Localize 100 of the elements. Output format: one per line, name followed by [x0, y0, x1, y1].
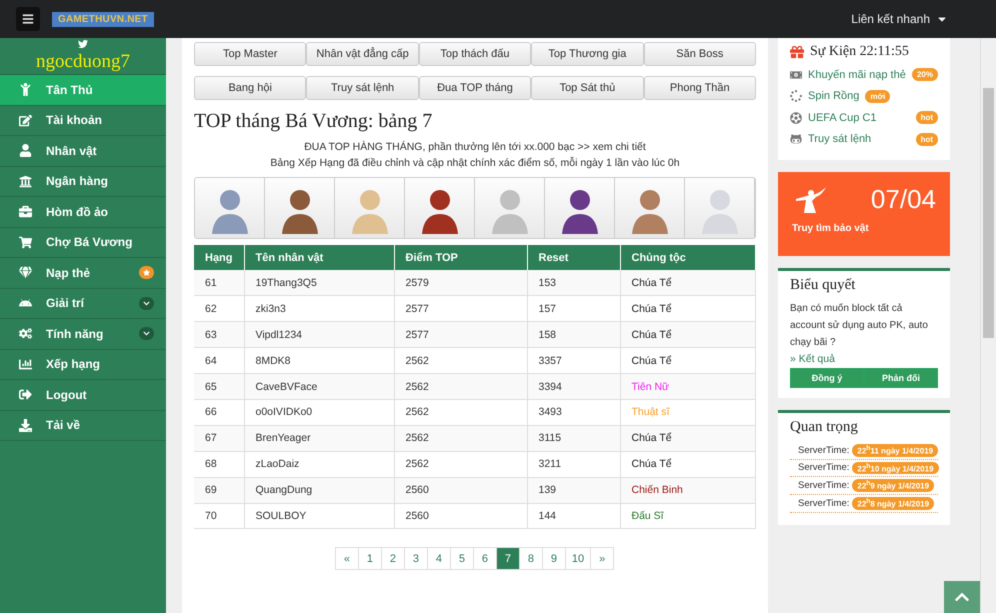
chevron-down-icon[interactable]: [139, 296, 154, 310]
vote-title: Biểu quyết: [790, 277, 856, 294]
page-link[interactable]: 3: [404, 547, 428, 570]
promo-banner[interactable]: 07/04 Truy tìm bảo vật: [778, 172, 950, 256]
gears-icon: [18, 327, 32, 340]
character-portrait-placeholder[interactable]: [615, 178, 685, 238]
important-title: Quan trọng: [790, 419, 859, 436]
sidebar-item[interactable]: Nạp thẻ: [0, 258, 166, 288]
sidebar-item-label: Chợ Bá Vương: [46, 235, 132, 250]
promo-label: Truy tìm bảo vật: [792, 223, 870, 234]
page-link[interactable]: 1: [358, 547, 382, 570]
character-portrait-placeholder[interactable]: [265, 178, 335, 238]
menu-button[interactable]: [16, 7, 40, 31]
sidebar-item-label: Tân Thủ: [46, 82, 93, 97]
page-link[interactable]: 2: [380, 547, 405, 570]
username: ngocduong7: [36, 52, 130, 72]
sidebar-item[interactable]: Giải trí: [0, 288, 166, 319]
table-cell: 2562: [394, 374, 527, 400]
vote-button[interactable]: Phản đối: [864, 368, 938, 388]
gift-icon: [790, 45, 804, 59]
ranking-tab-button[interactable]: Top thách đấu: [418, 42, 532, 66]
table-cell: SOULBOY: [244, 503, 394, 529]
character-portrait-placeholder[interactable]: [545, 178, 615, 238]
server-time-tag: 22$^{h}$10 ngày 1/4/2019: [852, 462, 939, 474]
page-link[interactable]: 8: [518, 547, 543, 570]
page-link[interactable]: 4: [426, 547, 451, 570]
banknote-icon: [790, 68, 802, 81]
page-link[interactable]: 9: [542, 547, 566, 570]
column-header: Tên nhân vật: [244, 245, 394, 270]
vote-question: Bạn có muốn block tất cả account sử dụng auto PK, auto chạy bãi ?: [790, 302, 929, 350]
previous-page-link[interactable]: «: [334, 547, 359, 570]
server-time-label: ServerTime:: [798, 498, 850, 509]
cart-icon: [18, 236, 32, 249]
chevron-down-icon[interactable]: [139, 327, 154, 340]
table-cell: Chiến Binh: [620, 477, 756, 504]
table-cell: 65: [194, 374, 244, 400]
sidebar-item[interactable]: Nhân vật: [0, 136, 166, 166]
server-time-tag: 22$^{h}$11 ngày 1/4/2019: [852, 444, 938, 457]
table-cell: Chúa Tể: [620, 451, 756, 478]
ranking-tab-button[interactable]: Bang hội: [194, 76, 306, 100]
page-link[interactable]: 10: [564, 547, 592, 570]
table-cell: 3493: [527, 399, 620, 426]
sidebar-item[interactable]: Tân Thủ: [0, 75, 166, 106]
sidebar-item[interactable]: Tính năng: [0, 319, 166, 350]
ranking-tab-button[interactable]: Top Thương gia: [531, 42, 644, 66]
ranking-tab-button[interactable]: Nhân vật đẳng cấp: [306, 42, 419, 66]
sidebar-item-label: Ngân hàng: [46, 174, 108, 188]
next-page-link[interactable]: »: [590, 547, 614, 570]
ranking-tab-button[interactable]: Săn Boss: [644, 42, 756, 66]
ranking-tab-button[interactable]: Truy sát lệnh: [306, 76, 419, 100]
ranking-tab-button[interactable]: Phong Thần: [644, 76, 756, 100]
sidebar-item[interactable]: Ngân hàng: [0, 166, 166, 197]
table-cell: o0oIVIDKo0: [244, 399, 394, 426]
sidebar-item-label: Tài khoản: [46, 113, 102, 128]
vote-button[interactable]: Đồng ý: [790, 368, 864, 388]
table-cell: zLaoDaiz: [244, 451, 394, 478]
table-cell: Thuật sĩ: [620, 399, 756, 426]
table-cell: Đấu Sĩ: [620, 503, 756, 529]
sidebar-item[interactable]: Tài khoản: [0, 106, 166, 136]
sidebar-item[interactable]: Hòm đồ ảo: [0, 197, 166, 228]
notice-text: ĐUA TOP HÀNG THÁNG, phần thưởng lên tới xx.000 bạc >> xem chi tiết: [303, 140, 647, 155]
table-cell: BrenYeager: [244, 425, 394, 452]
table-cell: 2562: [394, 451, 527, 478]
page-link[interactable]: 7: [496, 547, 520, 570]
sidebar-item-label: Tính năng: [46, 326, 104, 341]
events-title: Sự Kiện 22:11:55: [810, 44, 909, 60]
ranking-tab-button[interactable]: Đua TOP tháng: [418, 76, 532, 100]
scrollbar[interactable]: [980, 38, 996, 613]
table-cell: 3211: [527, 451, 620, 478]
results-link[interactable]: » Kết quả: [790, 353, 938, 365]
sidebar-item[interactable]: Chợ Bá Vương: [0, 228, 166, 258]
character-portrait-placeholder[interactable]: [405, 178, 475, 238]
sidebar-item[interactable]: Xếp hạng: [0, 350, 166, 380]
back-to-top-button[interactable]: [944, 581, 980, 613]
table-cell: 2560: [394, 503, 527, 529]
table-cell: 68: [194, 451, 244, 478]
sidebar-item[interactable]: Logout: [0, 380, 166, 410]
server-time-tag: 22$^{h}$8 ngày 1/4/2019: [852, 496, 934, 510]
sidebar-item-label: Logout: [46, 388, 87, 402]
event-link[interactable]: UEFA Cup C1 hot: [790, 107, 938, 128]
event-tag: 20%: [912, 68, 938, 82]
table-cell: 139: [527, 477, 620, 504]
table-cell: Chúa Tể: [620, 425, 756, 452]
event-link[interactable]: Truy sát lệnh hot: [790, 128, 938, 150]
table-cell: CaveBVFace: [244, 374, 394, 400]
edit-icon: [18, 114, 32, 127]
quick-links-dropdown[interactable]: Liên kết nhanh: [851, 12, 948, 26]
event-tag: hot: [916, 132, 938, 146]
bar-chart-icon: [18, 358, 32, 371]
briefcase-icon: [18, 205, 32, 218]
page-link[interactable]: 6: [472, 547, 497, 570]
event-link[interactable]: Khuyến mãi nạp thẻ 20%: [790, 64, 938, 86]
table-cell: 66: [194, 399, 244, 426]
sidebar-item-label: Nhân vật: [46, 144, 97, 158]
page-link[interactable]: 5: [450, 547, 474, 570]
sidebar-item[interactable]: Tải về: [0, 410, 166, 441]
event-link[interactable]: Spin Rồng mới: [790, 86, 938, 107]
ranking-tab-button[interactable]: Top Master: [194, 42, 306, 66]
ranking-tab-button[interactable]: Top Sát thủ: [531, 76, 644, 100]
table-cell: 3394: [527, 374, 620, 400]
